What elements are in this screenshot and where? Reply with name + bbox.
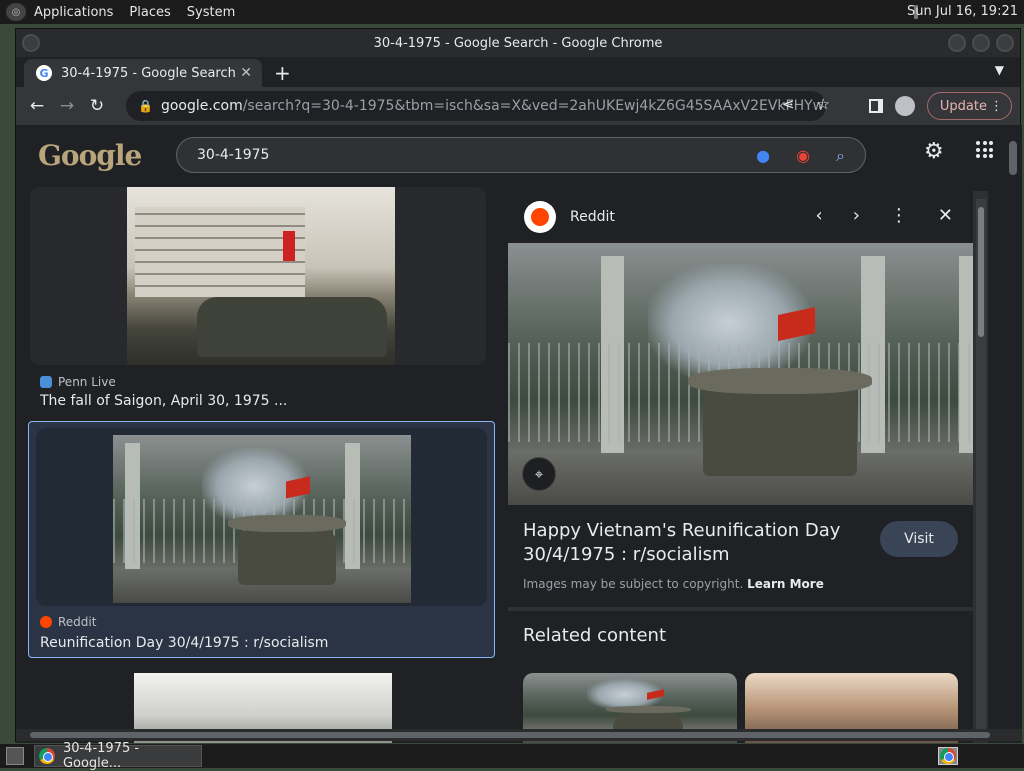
chrome-tray-glyph — [940, 748, 956, 764]
profile-avatar[interactable] — [894, 96, 915, 116]
page-scrollbar[interactable] — [1006, 125, 1020, 743]
chrome-icon — [39, 748, 55, 764]
window-menu-button[interactable] — [22, 34, 40, 52]
tank-shape — [228, 514, 347, 585]
side-panel-icon[interactable] — [868, 99, 883, 113]
horizontal-scrollbar[interactable] — [16, 729, 1022, 741]
address-bar[interactable]: 🔒 google.com/search?q=30-4-1975&tbm=isch… — [126, 91, 826, 121]
panel-clock[interactable]: Sun Jul 16, 19:21 — [907, 4, 1018, 19]
reddit-logo-icon[interactable] — [524, 201, 556, 233]
penn-live-favicon-icon — [40, 376, 52, 388]
result-source-label-1: Penn Live — [58, 375, 116, 389]
copyright-text: Images may be subject to copyright. — [523, 577, 744, 591]
bottom-panel: 30-4-1975 - Google... — [0, 741, 1024, 771]
settings-gear-icon[interactable]: ⚙ — [924, 139, 944, 164]
share-icon[interactable]: ⋖ — [782, 95, 795, 113]
close-window-button[interactable] — [996, 34, 1014, 52]
horizontal-scroll-thumb[interactable] — [30, 732, 990, 738]
result-title-2[interactable]: Reunification Day 30/4/1975 : r/socialis… — [40, 635, 328, 651]
preview-scrollbar[interactable] — [976, 199, 986, 729]
tank-shape — [197, 297, 387, 357]
taskbar-window-label: 30-4-1975 - Google... — [62, 741, 140, 771]
result-thumbnail-1[interactable] — [127, 187, 395, 365]
update-button[interactable]: Update ⋮ — [926, 92, 1012, 120]
menu-applications[interactable]: Applications — [26, 5, 121, 20]
kebab-menu-icon[interactable]: ⋮ — [990, 99, 1003, 114]
preview-title[interactable]: Happy Vietnam's Reunification Day 30/4/1… — [523, 519, 843, 567]
tank-gate-scene-large — [508, 243, 973, 505]
search-query: 30-4-1975 — [197, 147, 270, 163]
related-heading: Related content — [523, 625, 666, 646]
page-content: Google 30-4-1975 ● ◉ ⌕ ⚙ Penn Live The f… — [16, 125, 1022, 743]
google-favicon-icon: G — [36, 65, 52, 81]
tank-gate-scene — [113, 435, 411, 603]
preview-info: Happy Vietnam's Reunification Day 30/4/1… — [508, 505, 973, 607]
preview-image[interactable] — [508, 243, 973, 505]
lock-icon[interactable]: 🔒 — [138, 99, 153, 113]
update-label: Update — [939, 98, 987, 114]
browser-toolbar: ← → ↻ 🔒 google.com/search?q=30-4-1975&tb… — [16, 87, 1020, 125]
reload-icon[interactable]: ↻ — [82, 96, 112, 116]
url-host: google.com — [160, 98, 243, 114]
new-tab-button[interactable]: + — [274, 61, 291, 85]
next-chevron-icon[interactable]: › — [853, 205, 860, 226]
more-options-icon[interactable]: ⋮ — [890, 205, 908, 226]
palace-building — [135, 207, 305, 297]
menu-places[interactable]: Places — [121, 5, 178, 20]
forward-arrow-icon[interactable]: → — [52, 96, 82, 116]
tab-search-chevron-icon[interactable]: ▼ — [995, 63, 1004, 77]
close-preview-icon[interactable]: ✕ — [938, 205, 953, 226]
distro-logo-icon[interactable]: ◎ — [6, 3, 26, 21]
microphone-icon[interactable]: ● — [756, 146, 770, 166]
tray-chrome-icon[interactable] — [938, 747, 958, 765]
tab-google-search[interactable]: G 30-4-1975 - Google Search ✕ — [24, 59, 262, 87]
window-title: 30-4-1975 - Google Search - Google Chrom… — [373, 35, 663, 51]
search-icon[interactable]: ⌕ — [836, 146, 845, 166]
menu-system[interactable]: System — [179, 5, 243, 20]
learn-more-link[interactable]: Learn More — [747, 577, 824, 591]
url-path: /search?q=30-4-1975&tbm=isch&sa=X&ved=2a… — [242, 98, 826, 114]
previous-chevron-icon[interactable]: ‹ — [816, 205, 823, 226]
result-source-1[interactable]: Penn Live — [40, 375, 116, 389]
preview-source[interactable]: Reddit — [570, 209, 615, 225]
bookmark-star-icon[interactable]: ☆ — [817, 95, 830, 113]
related-content: Related content — [508, 611, 973, 743]
taskbar-chrome-window[interactable]: 30-4-1975 - Google... — [34, 741, 202, 771]
flag-shape — [283, 231, 295, 261]
result-source-label-2: Reddit — [58, 615, 97, 629]
copyright-notice: Images may be subject to copyright. Lear… — [523, 577, 824, 591]
maximize-button[interactable] — [972, 34, 990, 52]
result-title-1[interactable]: The fall of Saigon, April 30, 1975 ... — [40, 393, 287, 409]
minimize-button[interactable] — [948, 34, 966, 52]
browser-window: 30-4-1975 - Google Search - Google Chrom… — [15, 28, 1022, 743]
reddit-favicon-icon — [40, 616, 52, 628]
tank-shape — [687, 367, 873, 477]
show-desktop-button[interactable] — [6, 747, 24, 765]
window-titlebar[interactable]: 30-4-1975 - Google Search - Google Chrom… — [16, 29, 1020, 57]
google-apps-grid-icon[interactable] — [976, 141, 994, 159]
google-doodle-logo[interactable]: Google — [38, 139, 142, 172]
page-scroll-thumb[interactable] — [1009, 141, 1017, 175]
tab-strip: G 30-4-1975 - Google Search ✕ + ▼ — [16, 57, 1020, 87]
image-preview-panel: Reddit ‹ › ⋮ ✕ ⌖ Happy Vietnam's Reunifi… — [508, 191, 988, 743]
preview-header: Reddit ‹ › ⋮ ✕ — [508, 191, 973, 243]
tab-close-icon[interactable]: ✕ — [240, 65, 252, 81]
result-source-2[interactable]: Reddit — [40, 615, 96, 629]
result-thumbnail-2[interactable] — [113, 435, 411, 603]
preview-scroll-thumb[interactable] — [978, 207, 984, 337]
google-lens-icon[interactable]: ◉ — [796, 146, 810, 166]
back-arrow-icon[interactable]: ← — [22, 96, 52, 116]
top-panel: ◎ Applications Places System Sun Jul 16,… — [0, 0, 1024, 24]
visit-button[interactable]: Visit — [880, 521, 958, 557]
search-input[interactable]: 30-4-1975 ● ◉ ⌕ — [176, 137, 866, 173]
lens-search-icon[interactable]: ⌖ — [522, 457, 556, 491]
tab-title: 30-4-1975 - Google Search — [61, 65, 236, 81]
